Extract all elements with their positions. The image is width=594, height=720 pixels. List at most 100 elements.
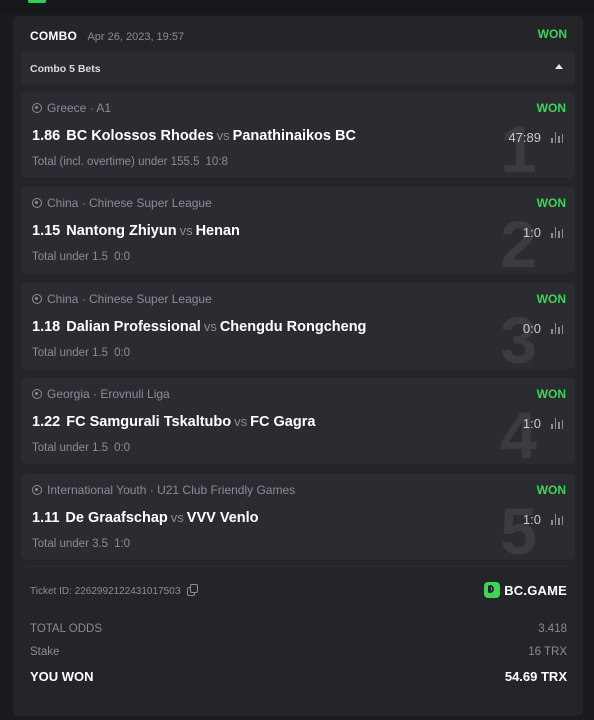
bet-card[interactable]: 1 Greece · A1 WON 1.86 BC Kolossos Rhodes vs P… bbox=[21, 92, 575, 178]
match-score: 1:0 bbox=[522, 416, 541, 431]
league-label: Georgia · Erovnuli Liga bbox=[32, 387, 170, 401]
bet-status-badge: WON bbox=[536, 387, 566, 401]
away-team: Henan bbox=[195, 223, 240, 239]
bet-status-badge: WON bbox=[536, 483, 566, 497]
combo-status-badge: WON bbox=[537, 27, 567, 41]
market-name: Total under 1.5 bbox=[32, 251, 109, 263]
bet-index-number: 5 bbox=[500, 494, 537, 560]
bcgame-logo-icon bbox=[484, 582, 501, 598]
market-line: Total under 1.5 0:0 bbox=[32, 442, 130, 454]
bet-odds: 1.15 bbox=[32, 223, 61, 239]
bet-status-badge: WON bbox=[536, 292, 566, 306]
match-score: 1:0 bbox=[522, 512, 541, 527]
vs-label: vs bbox=[203, 319, 217, 334]
away-team: VVV Venlo bbox=[186, 510, 259, 526]
ball-icon bbox=[32, 294, 42, 304]
league-label: China · Chinese Super League bbox=[32, 292, 212, 306]
market-name: Total (incl. overtime) under 155.5 bbox=[32, 156, 200, 168]
vs-label: vs bbox=[179, 223, 193, 238]
league-label: China · Chinese Super League bbox=[32, 196, 212, 210]
match-line: 1.22 FC Samgurali Tskaltubo vs FC Gagra bbox=[32, 414, 315, 430]
bet-index-number: 1 bbox=[500, 112, 537, 178]
market-score: 1:0 bbox=[114, 538, 131, 550]
vs-label: vs bbox=[216, 128, 230, 143]
market-name: Total under 3.5 bbox=[32, 538, 109, 550]
stake-value: 16 TRX bbox=[528, 646, 567, 658]
market-score: 0:0 bbox=[114, 251, 131, 263]
stats-icon[interactable] bbox=[551, 418, 563, 429]
combo-title: COMBO bbox=[30, 29, 77, 43]
market-score: 10:8 bbox=[205, 156, 228, 168]
home-team: BC Kolossos Rhodes bbox=[66, 128, 214, 144]
stats-icon[interactable] bbox=[551, 323, 563, 334]
stats-icon[interactable] bbox=[551, 514, 563, 525]
away-team: Panathinaikos BC bbox=[232, 128, 356, 144]
bet-index-number: 2 bbox=[500, 207, 537, 273]
match-score: 1:0 bbox=[522, 225, 541, 240]
ticket-id-label: Ticket ID: 226299212243101750З bbox=[30, 586, 181, 597]
league-name: International Youth · U21 Club Friendly … bbox=[47, 483, 296, 497]
market-name: Total under 1.5 bbox=[32, 442, 109, 454]
home-team: De Graafschap bbox=[65, 510, 168, 526]
match-line: 1.86 BC Kolossos Rhodes vs Panathinaikos BC bbox=[32, 128, 356, 144]
away-team: FC Gagra bbox=[250, 414, 316, 430]
bet-odds: 1.86 bbox=[32, 128, 61, 144]
combo-toggle[interactable]: Combo 5 Bets bbox=[21, 52, 575, 84]
bet-card[interactable]: 4 Georgia · Erovnuli Liga WON 1.22 FC Samgur… bbox=[21, 378, 575, 464]
ball-icon bbox=[32, 389, 42, 399]
stake-row: Stake 16 TRX bbox=[30, 646, 567, 662]
bet-card[interactable]: 2 China · Chinese Super League WON 1.15 Nant… bbox=[21, 187, 575, 273]
market-score: 0:0 bbox=[114, 442, 131, 454]
ball-icon bbox=[32, 103, 42, 113]
vs-label: vs bbox=[170, 510, 184, 525]
chevron-up-icon[interactable] bbox=[555, 64, 563, 69]
bet-card[interactable]: 3 China · Chinese Super League WON 1.18 Dali… bbox=[21, 283, 575, 369]
ball-icon bbox=[32, 198, 42, 208]
market-line: Total under 1.5 0:0 bbox=[32, 251, 130, 263]
match-score: 47:89 bbox=[508, 130, 541, 145]
league-label: International Youth · U21 Club Friendly … bbox=[32, 483, 295, 497]
league-name: China · Chinese Super League bbox=[47, 196, 212, 210]
league-label: Greece · A1 bbox=[32, 101, 111, 115]
brand-logo[interactable]: BC.GAME bbox=[484, 582, 567, 598]
top-strip bbox=[0, 0, 594, 14]
stats-icon[interactable] bbox=[551, 132, 563, 143]
home-team: Dalian Professional bbox=[66, 319, 201, 335]
top-accent bbox=[28, 0, 46, 3]
match-line: 1.15 Nantong Zhiyun vs Henan bbox=[32, 223, 240, 239]
home-team: Nantong Zhiyun bbox=[66, 223, 177, 239]
league-name: Georgia · Erovnuli Liga bbox=[47, 387, 170, 401]
combo-header: COMBO Apr 26, 2023, 19:57 WON bbox=[30, 27, 567, 45]
ball-icon bbox=[32, 485, 42, 495]
bet-status-badge: WON bbox=[536, 101, 566, 115]
bet-status-badge: WON bbox=[536, 196, 566, 210]
match-score: 0:0 bbox=[522, 321, 541, 336]
bet-card[interactable]: 5 International Youth · U21 Club Friendly… bbox=[21, 474, 575, 560]
bet-odds: 1.11 bbox=[32, 510, 60, 526]
combo-bet-card: COMBO Apr 26, 2023, 19:57 WON Combo 5 Be… bbox=[13, 16, 583, 716]
brand-name: BC.GAME bbox=[504, 582, 567, 598]
away-team: Chengdu Rongcheng bbox=[219, 319, 367, 335]
bet-odds: 1.18 bbox=[32, 319, 61, 335]
stake-label: Stake bbox=[30, 646, 60, 658]
market-name: Total under 1.5 bbox=[32, 347, 109, 359]
market-line: Total under 1.5 0:0 bbox=[32, 347, 130, 359]
total-odds-row: TOTAL ODDS 3.418 bbox=[30, 623, 567, 639]
bet-index-number: 4 bbox=[500, 398, 537, 464]
ticket-id: Ticket ID: 226299212243101750З bbox=[30, 584, 198, 597]
stats-icon[interactable] bbox=[551, 227, 563, 238]
bet-date: Apr 26, 2023, 19:57 bbox=[87, 31, 185, 43]
match-line: 1.18 Dalian Professional vs Chengdu Rongche… bbox=[32, 319, 366, 335]
combo-count-label: Combo 5 Bets bbox=[30, 63, 101, 75]
bet-index-number: 3 bbox=[500, 303, 537, 369]
league-name: Greece · A1 bbox=[47, 101, 112, 115]
divider bbox=[26, 566, 570, 567]
won-row: YOU WON 54.69 TRX bbox=[30, 669, 567, 685]
bet-odds: 1.22 bbox=[32, 414, 61, 430]
league-name: China · Chinese Super League bbox=[47, 292, 212, 306]
market-line: Total under 3.5 1:0 bbox=[32, 538, 130, 550]
copy-icon[interactable] bbox=[186, 584, 198, 596]
vs-label: vs bbox=[234, 414, 248, 429]
won-value: 54.69 TRX bbox=[504, 669, 567, 684]
match-line: 1.11 De Graafschap vs VVV Venlo bbox=[32, 510, 259, 526]
